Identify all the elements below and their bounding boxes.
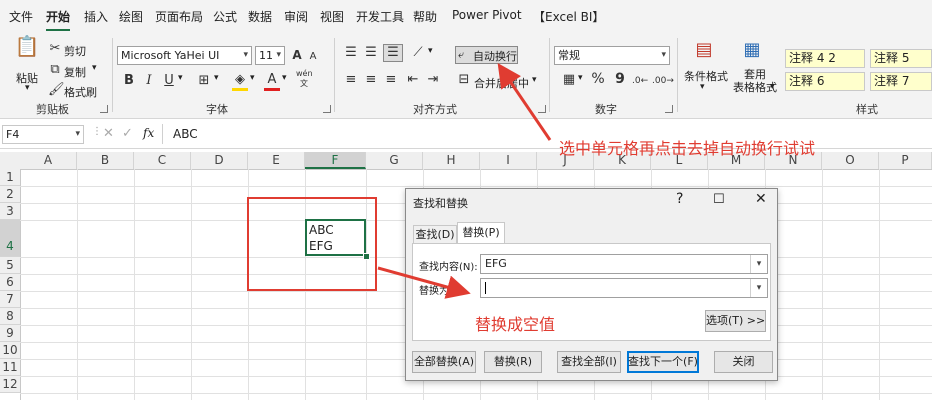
annotation-arrows <box>377 63 552 299</box>
replace-hint-arrow <box>377 266 471 299</box>
replace-hint-annotation: 替换成空值 <box>475 315 556 334</box>
wrap-hint-arrow <box>497 63 552 141</box>
wrap-hint-annotation: 选中单元格再点击去掉自动换行试试 <box>559 139 816 158</box>
